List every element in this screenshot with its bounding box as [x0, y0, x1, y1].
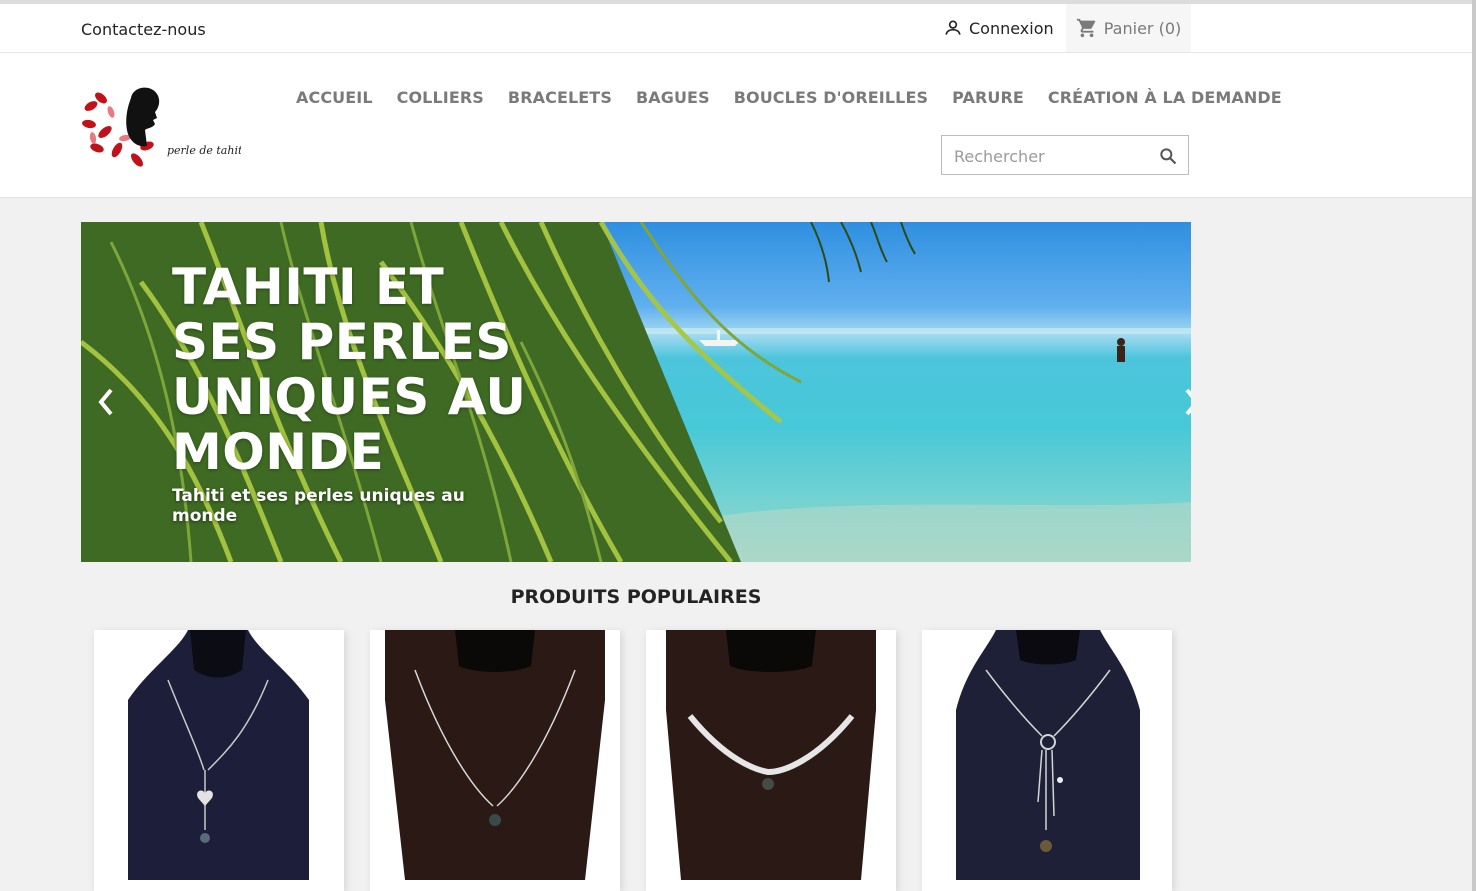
login-link[interactable]: Connexion — [943, 18, 1054, 38]
hero-slider[interactable]: TAHITI ET SES PERLES UNIQUES AU MONDE Ta… — [81, 222, 1191, 562]
menu-item-colliers[interactable]: COLLIERS — [397, 88, 484, 107]
search-box — [941, 135, 1189, 175]
contact-link[interactable]: Contactez-nous — [81, 20, 206, 39]
search-input[interactable] — [952, 146, 1146, 167]
menu-item-creation[interactable]: CRÉATION À LA DEMANDE — [1048, 88, 1282, 107]
header-nav-strip: Contactez-nous Connexion Panier (0) — [0, 4, 1472, 53]
slide-subtitle: Tahiti et ses perles uniques au monde — [172, 486, 465, 526]
necklace-ring-tassel-image — [956, 630, 1140, 880]
product-image[interactable] — [128, 630, 309, 880]
logo-graphic: perle de tahiti — [82, 87, 246, 167]
window-edge — [1472, 0, 1476, 891]
cart-button[interactable]: Panier (0) — [1066, 4, 1191, 52]
product-card[interactable] — [94, 630, 344, 891]
site-header: Contactez-nous Connexion Panier (0) perl… — [0, 4, 1472, 198]
search-icon[interactable] — [1158, 146, 1178, 166]
section-title: PRODUITS POPULAIRES — [510, 586, 762, 608]
menu-item-boucles[interactable]: BOUCLES D'OREILLES — [734, 88, 928, 107]
product-card[interactable] — [646, 630, 896, 891]
menu-item-bagues[interactable]: BAGUES — [636, 88, 710, 107]
necklace-torque-pearl-image — [666, 630, 876, 880]
menu-item-accueil[interactable]: ACCUEIL — [296, 88, 373, 107]
site-logo[interactable]: perle de tahiti — [81, 84, 246, 170]
cart-icon — [1076, 18, 1095, 38]
user-icon — [945, 20, 961, 35]
necklace-single-pearl-image — [385, 630, 605, 880]
menu-item-bracelets[interactable]: BRACELETS — [508, 88, 612, 107]
chevron-left-icon — [98, 388, 113, 416]
chevron-right-icon — [1185, 388, 1191, 416]
cart-label: Panier (0) — [1103, 18, 1182, 38]
menu-item-parure[interactable]: PARURE — [952, 88, 1024, 107]
product-image[interactable] — [385, 630, 605, 880]
product-card[interactable] — [370, 630, 620, 891]
product-image[interactable] — [666, 630, 876, 880]
necklace-heart-pendant-image — [128, 630, 309, 880]
login-label: Connexion — [969, 18, 1054, 38]
slide-title: TAHITI ET SES PERLES UNIQUES AU MONDE — [172, 258, 527, 481]
product-card[interactable] — [922, 630, 1172, 891]
logo-tagline: perle de tahiti — [167, 144, 241, 157]
main-menu: ACCUEIL COLLIERS BRACELETS BAGUES BOUCLE… — [296, 88, 1282, 107]
product-image[interactable] — [956, 630, 1140, 880]
